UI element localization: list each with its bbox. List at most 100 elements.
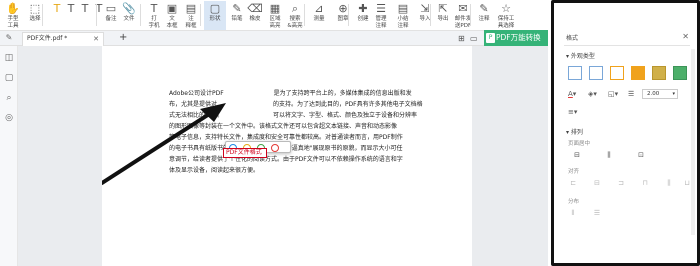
toolbar-annotation-button[interactable]: ✎ 注释	[473, 1, 495, 30]
toolbar-file-button[interactable]: 📎 文件	[118, 1, 140, 30]
toolbar-button-label: 形状	[209, 16, 221, 22]
style-swatch-5[interactable]	[652, 66, 666, 80]
toolbar-button-label: 测量	[313, 16, 325, 22]
toolbar-export-button[interactable]: ⇱ 导出	[432, 1, 454, 30]
toolbar-separator	[470, 4, 471, 26]
grid-view-icon[interactable]: ⊞	[458, 33, 465, 44]
panel-scrollbar[interactable]	[691, 49, 695, 235]
fill-color-icon[interactable]: ◈▾	[588, 89, 597, 99]
panel-close-icon[interactable]: ✕	[682, 32, 689, 41]
document-page: Adobe公司设计PDF 是为了支持跨平台上的，多媒体集成的信息出版和发 布，尤…	[102, 46, 472, 266]
toolbar-button-label: 管理 注释	[375, 16, 387, 29]
center-vertical-icon[interactable]: ⫼	[604, 151, 614, 160]
align-page-center-label: 页面居中	[568, 141, 591, 147]
toolbar-button-label: 搜索 &高亮	[287, 16, 303, 29]
shape-icon: ▢	[209, 2, 221, 15]
single-view-icon[interactable]: ▭	[470, 33, 478, 44]
toolbar-shape-button[interactable]: ▢ 形状	[204, 1, 226, 30]
toolbar-separator	[42, 4, 43, 26]
toolbar-stamp-button[interactable]: ⊕ 图章	[332, 1, 354, 30]
toolbar-measure-button[interactable]: ⊿ 测量	[308, 1, 330, 30]
bookmark-icon[interactable]: ◫	[3, 52, 15, 64]
ribbon-toolbar: ✋ 手型 工具 ⬚ 选择 T T T T ▭ 备注 📎 文件 T 打 字机 ▣ 文 本框 ▤ 注 释框 ▢ 形状 ✎ 铅笔…	[0, 0, 548, 31]
toolbar-eraser-button[interactable]: ⌫ 橡皮	[244, 1, 266, 30]
annotation-arrow[interactable]	[102, 46, 472, 266]
attachment-icon[interactable]: ⌕	[3, 92, 15, 104]
align-middle-icon[interactable]: ⫼	[664, 179, 674, 188]
appearance-section[interactable]: ▾ 外观类型	[566, 51, 595, 60]
stamp-icon: ⊕	[338, 2, 348, 15]
search-highlight-icon: ⌕	[291, 2, 299, 15]
center-horizontal-icon[interactable]: ⊟	[572, 151, 582, 160]
distribute-horizontal-icon[interactable]: ⫴	[568, 209, 578, 218]
toolbar-button-label: 区域 高亮	[269, 16, 281, 29]
toolbar-search-highlight-button[interactable]: ⌕ 搜索 &高亮	[284, 1, 306, 30]
toolbar-button-label: 手型 工具	[7, 16, 19, 29]
toolbar-button-label: 注 释框	[185, 16, 197, 29]
chevron-down-icon: ▾	[672, 91, 675, 97]
toolbar-button-label: 图章	[337, 16, 349, 22]
tab-close-icon[interactable]: ✕	[93, 33, 99, 45]
eraser-icon: ⌫	[247, 2, 263, 15]
area-highlight-icon: ▦	[269, 2, 281, 15]
pdf-converter-banner[interactable]: P PDF万能转换	[484, 30, 548, 46]
banner-label: PDF万能转换	[496, 33, 541, 42]
callout-icon: ▤	[185, 2, 197, 15]
border-color-icon[interactable]: ◱▾	[608, 89, 618, 99]
toolbar-button-label: 导出	[437, 16, 449, 22]
toolbar-callout-button[interactable]: ▤ 注 释框	[180, 1, 202, 30]
toolbar-separator	[200, 4, 201, 26]
format-panel: 格式 ✕ ▾ 外观类型 A▾ ◈▾ ◱▾ ☰ 2.00 ▾ ≡▾ ▾ 排列 页面…	[551, 0, 700, 266]
toolbar-separator	[140, 4, 141, 26]
thumbnails-icon[interactable]: ▢	[3, 72, 15, 84]
align-top-icon[interactable]: ⊓	[640, 179, 650, 188]
line-style-icon[interactable]: ≡▾	[568, 107, 577, 117]
align-right-icon[interactable]: ⊐	[616, 179, 626, 188]
align-center-icon[interactable]: ⊟	[592, 179, 602, 188]
new-tab-button[interactable]: +	[119, 32, 127, 44]
summary-icon: ▤	[397, 2, 409, 15]
style-swatch-4[interactable]	[631, 66, 645, 80]
pdf-icon: P	[486, 33, 495, 43]
style-swatch-6[interactable]	[673, 66, 687, 80]
toolbar-summary-button[interactable]: ▤ 小结 注释	[392, 1, 414, 30]
tab-bar: ✎ PDF文件.pdf * ✕ + ⊞ ▭	[0, 31, 548, 46]
pin-icon: ☆	[501, 2, 511, 15]
align-label: 对齐	[568, 169, 580, 175]
toolbar-button-label: 保持工 具选择	[497, 16, 515, 29]
file-icon: 📎	[122, 2, 136, 15]
line-width-value: 2.00	[647, 91, 660, 97]
edit-icon[interactable]: ✎	[3, 32, 15, 44]
export-icon: ⇱	[438, 2, 448, 15]
toolbar-separator	[348, 4, 349, 26]
style-swatch-2[interactable]	[589, 66, 603, 80]
divider	[564, 45, 690, 46]
align-left-icon[interactable]: ⊏	[568, 179, 578, 188]
comments-icon[interactable]: ◎	[3, 112, 15, 124]
toolbar-pin-button[interactable]: ☆ 保持工 具选择	[495, 1, 517, 30]
text-color-icon[interactable]: A▾	[568, 89, 576, 99]
toolbar-hand-button[interactable]: ✋ 手型 工具	[2, 1, 24, 30]
center-both-icon[interactable]: ⊡	[636, 151, 646, 160]
toolbar-button-label: 小结 注释	[397, 16, 409, 29]
annotation-icon: ✎	[479, 2, 489, 15]
toolbar-manage-annotations-button[interactable]: ☰ 管理 注释	[370, 1, 392, 30]
distribute-vertical-icon[interactable]: ☰	[592, 209, 602, 218]
toolbar-separator	[304, 4, 305, 26]
measure-icon: ⊿	[314, 2, 324, 15]
line-width-icon[interactable]: ☰	[628, 89, 634, 99]
document-area: Adobe公司设计PDF 是为了支持跨平台上的，多媒体集成的信息出版和发 布，尤…	[18, 46, 548, 266]
toolbar-button-label: 注释	[478, 16, 490, 22]
arrange-section[interactable]: ▾ 排列	[566, 127, 583, 136]
toolbar-separator	[96, 4, 97, 26]
style-swatch-3[interactable]	[610, 66, 624, 80]
toolbar-area-highlight-button[interactable]: ▦ 区域 高亮	[264, 1, 286, 30]
tab-document[interactable]: PDF文件.pdf * ✕	[22, 32, 104, 46]
line-width-field[interactable]: 2.00 ▾	[642, 89, 678, 99]
panel-tab-format[interactable]: 格式	[566, 33, 578, 42]
style-swatch-1[interactable]	[568, 66, 582, 80]
toolbar-button-label: 文件	[123, 16, 135, 22]
distribute-label: 分布	[568, 199, 580, 205]
toolbar-separator	[430, 4, 431, 26]
tab-label: PDF文件.pdf *	[27, 35, 68, 42]
